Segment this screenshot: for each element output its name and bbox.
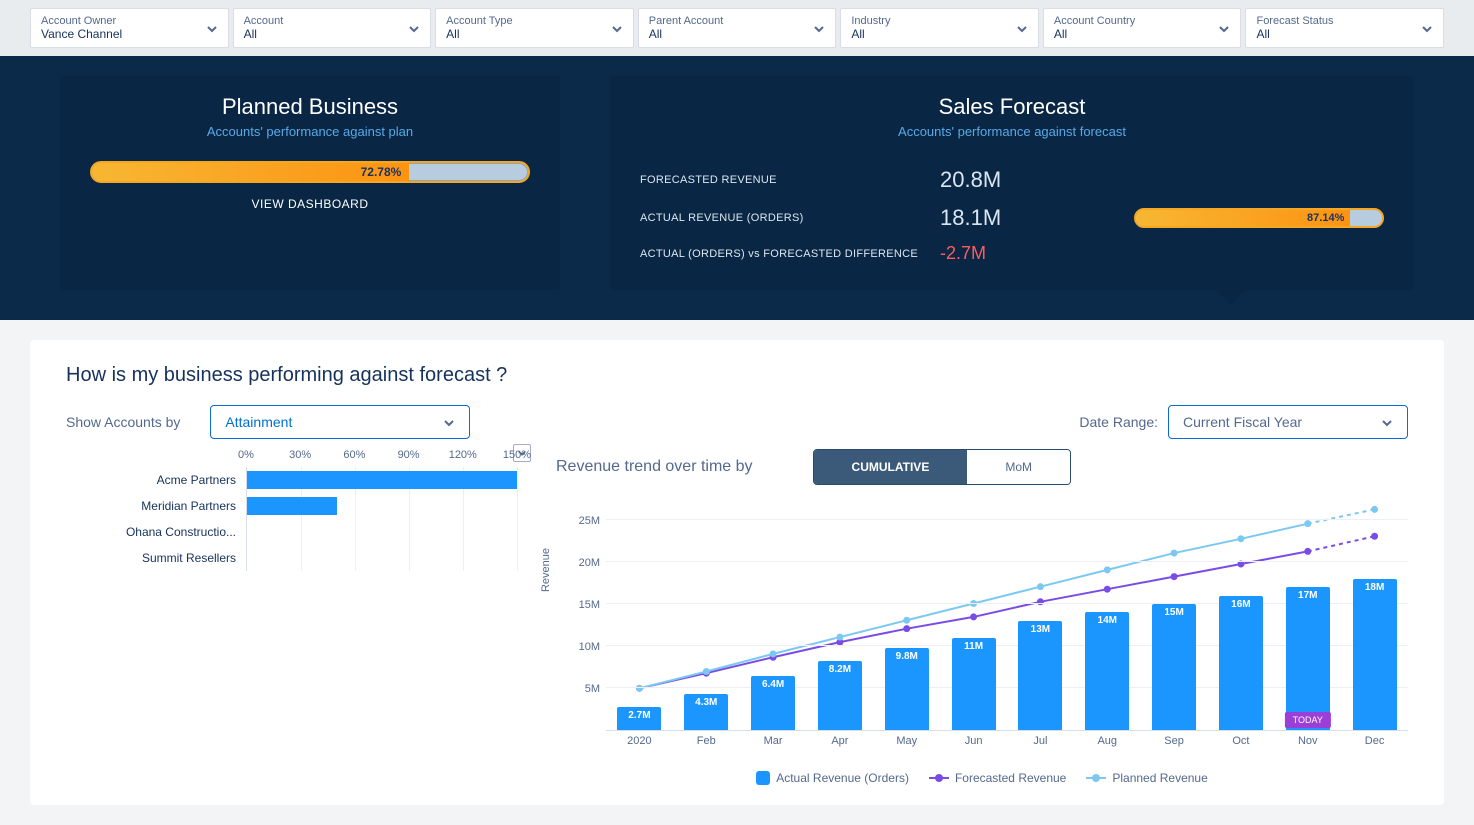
filter-parent-account[interactable]: Parent AccountAll [638,8,837,48]
y-axis-label: Revenue [540,548,552,602]
kpi-label: ACTUAL (ORDERS) vs FORECASTED DIFFERENCE [640,248,940,260]
main-content: How is my business performing against fo… [30,340,1444,805]
table-row: Meridian Partners [66,493,526,519]
bar-segment[interactable]: 4.3M [684,694,728,730]
show-accounts-by-label: Show Accounts by [66,414,180,430]
accounts-bar-chart: 0%30%60%90%120%150% Acme PartnersMeridia… [66,449,526,785]
table-row: Summit Resellers [66,545,526,571]
planned-title: Planned Business [90,94,530,120]
bar-segment[interactable]: 13M [1018,621,1062,730]
bar-segment[interactable]: 9.8M [885,648,929,730]
trend-legend: Actual Revenue (Orders) .leg-ln[style*='… [556,771,1408,785]
forecast-title: Sales Forecast [640,94,1384,120]
view-dashboard-button[interactable]: VIEW DASHBOARD [90,197,530,211]
bar-segment[interactable] [247,497,337,515]
trend-title: Revenue trend over time by [556,458,753,476]
filter-account-type[interactable]: Account TypeAll [435,8,634,48]
toggle-mom[interactable]: MoM [967,450,1070,484]
bar-segment[interactable]: 2.7M [617,707,661,730]
bar-segment[interactable]: 16M [1219,596,1263,730]
bar-segment[interactable]: 6.4M [751,676,795,730]
bar-segment[interactable]: 15M [1152,604,1196,730]
filter-bar: Account OwnerVance ChannelAccountAllAcco… [0,0,1474,56]
revenue-trend-area: Revenue trend over time by CUMULATIVE Mo… [556,449,1408,785]
chevron-down-icon [611,22,623,34]
filter-industry[interactable]: IndustryAll [840,8,1039,48]
filter-forecast-status[interactable]: Forecast StatusAll [1245,8,1444,48]
filter-account-country[interactable]: Account CountryAll [1043,8,1242,48]
table-row: Ohana Constructio... [66,519,526,545]
planned-gauge: 72.78% [90,161,530,183]
table-row: Acme Partners [66,467,526,493]
main-title: How is my business performing against fo… [66,364,1408,387]
panel-arrow-indicator [1213,287,1249,305]
forecast-gauge: 87.14% [1134,208,1384,228]
filter-account-owner[interactable]: Account OwnerVance Channel [30,8,229,48]
planned-pct-label: 72.78% [361,165,402,179]
chevron-down-icon [443,416,455,428]
chevron-down-icon [1016,22,1028,34]
bar-segment[interactable]: 17MTODAY [1286,587,1330,730]
bar-segment[interactable]: 18M [1353,579,1397,730]
show-accounts-by-select[interactable]: Attainment [210,405,470,439]
bar-segment[interactable]: 14M [1085,612,1129,730]
sales-forecast-panel: Sales Forecast Accounts' performance aga… [610,76,1414,290]
kpi-label: FORECASTED REVENUE [640,174,940,186]
kpi-value: 18.1M [940,205,1050,231]
chevron-down-icon [408,22,420,34]
planned-business-panel: Planned Business Accounts' performance a… [60,76,560,290]
date-range-select[interactable]: Current Fiscal Year [1168,405,1408,439]
chevron-down-icon [1218,22,1230,34]
bar-segment[interactable]: 8.2M [818,661,862,730]
date-range-label: Date Range: [1079,414,1158,430]
chevron-down-icon [813,22,825,34]
chevron-down-icon [1381,416,1393,428]
forecast-subtitle: Accounts' performance against forecast [640,124,1384,139]
kpi-value: 20.8M [940,167,1050,193]
toggle-cumulative[interactable]: CUMULATIVE [814,450,968,484]
trend-toggle: CUMULATIVE MoM [813,449,1071,485]
bar-segment[interactable]: 11M [952,638,996,730]
kpi-label: ACTUAL REVENUE (ORDERS) [640,212,940,224]
chevron-down-icon [206,22,218,34]
filter-account[interactable]: AccountAll [233,8,432,48]
forecast-pct-label: 87.14% [1307,212,1344,224]
bar-segment[interactable] [247,471,517,489]
chevron-down-icon [1421,22,1433,34]
kpi-value-negative: -2.7M [940,243,1050,264]
planned-subtitle: Accounts' performance against plan [90,124,530,139]
today-marker: TODAY [1285,712,1331,728]
